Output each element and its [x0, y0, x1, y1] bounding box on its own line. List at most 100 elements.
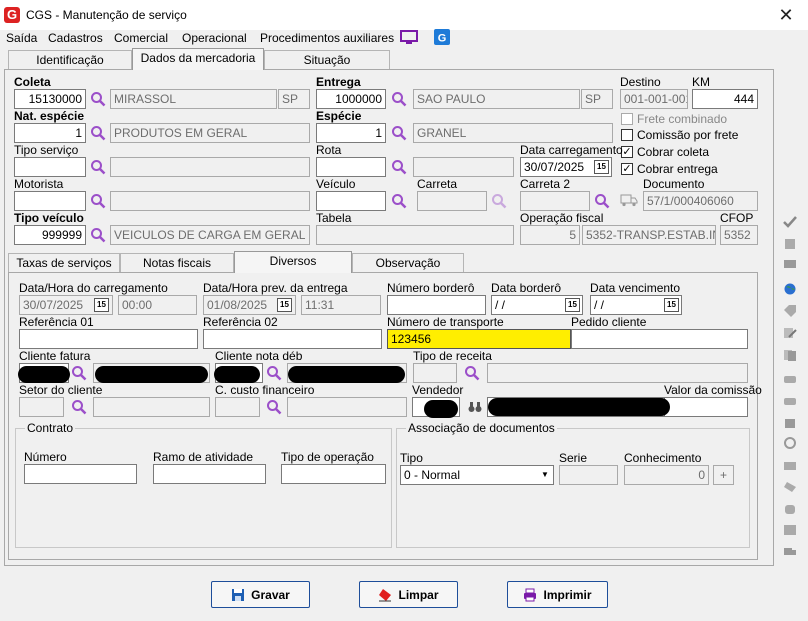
- tools-icon[interactable]: [783, 238, 797, 250]
- search-icon[interactable]: [90, 91, 106, 107]
- refresh-icon[interactable]: [783, 437, 797, 449]
- eraser-side-icon[interactable]: [783, 481, 797, 493]
- numero-transporte-input[interactable]: 123456: [387, 329, 571, 349]
- calendar-icon[interactable]: 15: [94, 298, 109, 312]
- ref01-input[interactable]: [19, 329, 198, 349]
- rota-input[interactable]: [316, 157, 386, 177]
- tipo-operacao-input[interactable]: [281, 464, 386, 484]
- calendar-icon[interactable]: 15: [594, 160, 609, 174]
- truck-side-icon[interactable]: [783, 546, 797, 558]
- dh-carregamento-time[interactable]: 00:00: [118, 295, 197, 315]
- tab-situacao[interactable]: Situação: [264, 50, 390, 70]
- hand-point-icon[interactable]: [783, 395, 797, 407]
- entrega-input[interactable]: 1000000: [316, 89, 386, 109]
- tab-identificacao[interactable]: Identificação: [8, 50, 132, 70]
- globe-icon[interactable]: [783, 283, 797, 295]
- conhecimento-input[interactable]: 0: [624, 465, 709, 485]
- especie-input[interactable]: 1: [316, 123, 386, 143]
- ramo-atividade-input[interactable]: [153, 464, 266, 484]
- search-icon[interactable]: [90, 227, 106, 243]
- add-button[interactable]: +: [713, 465, 734, 485]
- search-icon[interactable]: [90, 159, 106, 175]
- book-icon[interactable]: [783, 524, 797, 536]
- tipo-receita-input[interactable]: [413, 363, 457, 383]
- menu-cadastros[interactable]: Cadastros: [48, 31, 103, 45]
- frete-combinado-checkbox[interactable]: [621, 113, 633, 125]
- pedido-cliente-input[interactable]: [571, 329, 748, 349]
- numero-bordero-input[interactable]: [387, 295, 486, 315]
- search-icon[interactable]: [391, 193, 407, 209]
- setor-cliente-label: Setor do cliente: [19, 383, 103, 397]
- documents-icon[interactable]: [783, 349, 797, 361]
- app-shortcut-icon[interactable]: G: [434, 29, 450, 45]
- menu-operacional[interactable]: Operacional: [182, 31, 247, 45]
- numero-input[interactable]: [24, 464, 137, 484]
- cobrar-entrega-checkbox[interactable]: ✓: [621, 163, 633, 175]
- search-icon[interactable]: [391, 91, 407, 107]
- km-input[interactable]: 444: [692, 89, 758, 109]
- menu-procedimentos[interactable]: Procedimentos auxiliares: [260, 31, 394, 45]
- search-icon[interactable]: [594, 193, 610, 209]
- ciot-icon[interactable]: [783, 258, 797, 270]
- tipo-select[interactable]: 0 - Normal: [400, 465, 554, 485]
- search-icon[interactable]: [464, 365, 480, 381]
- search-icon[interactable]: [71, 365, 87, 381]
- monitor-icon[interactable]: [400, 30, 418, 46]
- c-custo-input[interactable]: [215, 397, 260, 417]
- search-icon[interactable]: [491, 193, 507, 209]
- edit-icon[interactable]: [783, 327, 797, 339]
- ref02-label: Referência 02: [203, 315, 278, 329]
- calendar-icon[interactable]: 15: [565, 298, 580, 312]
- search-icon[interactable]: [391, 125, 407, 141]
- hand-icon[interactable]: [783, 373, 797, 385]
- eraser-icon: [379, 588, 392, 601]
- motorista-label: Motorista: [14, 177, 64, 191]
- search-icon[interactable]: [391, 159, 407, 175]
- chevron-down-icon[interactable]: ▼: [538, 467, 552, 483]
- nat-especie-input[interactable]: 1: [14, 123, 86, 143]
- carreta2-input[interactable]: [520, 191, 590, 211]
- dh-entrega-time[interactable]: 11:31: [301, 295, 381, 315]
- search-icon[interactable]: [71, 399, 87, 415]
- check-icon[interactable]: [783, 216, 797, 228]
- imprimir-button[interactable]: Imprimir: [507, 581, 608, 608]
- tipo-servico-input[interactable]: [14, 157, 86, 177]
- veiculo-input[interactable]: [316, 191, 386, 211]
- tab-taxas-servicos[interactable]: Taxas de serviços: [8, 253, 120, 273]
- gravar-button[interactable]: Gravar: [211, 581, 310, 608]
- tab-observacao[interactable]: Observação: [352, 253, 464, 273]
- tab-notas-fiscais[interactable]: Notas fiscais: [120, 253, 234, 273]
- nat-especie-label: Nat. espécie: [14, 109, 85, 123]
- binoculars-icon[interactable]: [468, 401, 482, 413]
- coleta-input[interactable]: 15130000: [14, 89, 86, 109]
- search-icon[interactable]: [266, 399, 282, 415]
- setor-cliente-input[interactable]: [19, 397, 64, 417]
- valor-comissao-label: Valor da comissão: [664, 383, 762, 397]
- search-icon[interactable]: [90, 193, 106, 209]
- search-icon[interactable]: [90, 125, 106, 141]
- calendar-icon[interactable]: 15: [277, 298, 292, 312]
- search-icon[interactable]: [266, 365, 282, 381]
- calendar-icon[interactable]: 15: [664, 298, 679, 312]
- serie-input[interactable]: [559, 465, 618, 485]
- package-icon[interactable]: [783, 417, 797, 429]
- motorista-input[interactable]: [14, 191, 86, 211]
- especie-label: Espécie: [316, 109, 362, 123]
- hand-drag-icon[interactable]: [783, 503, 797, 515]
- menu-comercial[interactable]: Comercial: [114, 31, 168, 45]
- tab-diversos[interactable]: Diversos: [234, 251, 352, 273]
- tab-dados-mercadoria[interactable]: Dados da mercadoria: [132, 48, 264, 70]
- window-title: CGS - Manutenção de serviço: [26, 8, 187, 22]
- menu-saida[interactable]: Saída: [6, 31, 37, 45]
- entrega-uf: SP: [581, 89, 613, 109]
- valor-comissao-input[interactable]: [664, 397, 748, 417]
- comissao-frete-checkbox[interactable]: [621, 129, 633, 141]
- limpar-button[interactable]: Limpar: [359, 581, 458, 608]
- tipo-veiculo-input[interactable]: 999999: [14, 225, 86, 245]
- tag-icon[interactable]: [783, 305, 797, 317]
- layers-icon[interactable]: [783, 460, 797, 472]
- ref02-input[interactable]: [203, 329, 382, 349]
- carreta-input[interactable]: [417, 191, 487, 211]
- cobrar-entrega-label: Cobrar entrega: [637, 162, 718, 176]
- close-button[interactable]: ✕: [774, 3, 798, 27]
